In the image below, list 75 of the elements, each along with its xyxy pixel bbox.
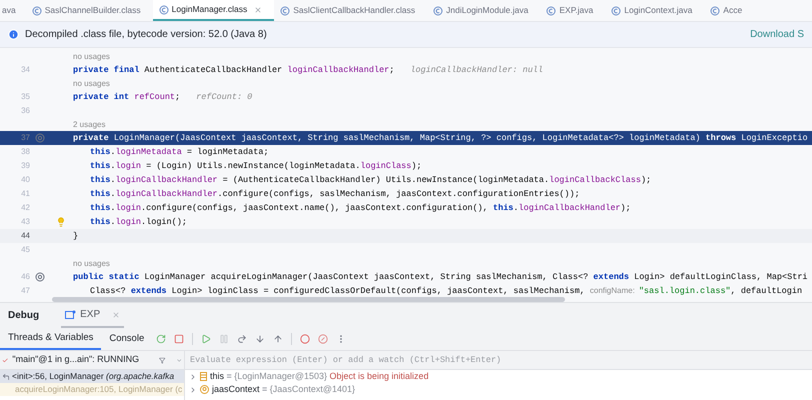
run-config-icon xyxy=(65,310,76,319)
line-number: 39 xyxy=(21,161,30,170)
step-out-icon[interactable] xyxy=(273,334,284,344)
code-text: this.login.configure(configs, jaasContext.name(), jaasContext.configuration(), this.loginCallbackHandler); xyxy=(90,202,631,214)
editor-tab[interactable]: SaslClientCallbackHandler.class xyxy=(274,0,428,21)
line-number: 46 xyxy=(21,272,30,281)
code-text: this.loginMetadata = loginMetadata; xyxy=(90,146,269,158)
horizontal-scrollbar[interactable] xyxy=(52,297,565,302)
mute-breakpoints-icon[interactable] xyxy=(318,334,328,344)
code-text: private final AuthenticateCallbackHandler loginCallbackHandler; loginCallbackHandler: null xyxy=(73,64,544,76)
breakpoints-icon[interactable] xyxy=(300,334,310,344)
download-link[interactable]: Download S xyxy=(750,27,804,42)
info-icon xyxy=(8,29,19,40)
code-text: private int refCount; refCount: 0 xyxy=(73,90,252,104)
usages-hint[interactable]: no usages xyxy=(73,50,110,62)
close-icon[interactable] xyxy=(254,6,262,14)
code-text: this.login.login(); xyxy=(90,216,187,228)
evaluate-expression-field[interactable]: Evaluate expression (Enter) or add a watch (Ctrl+Shift+Enter) xyxy=(185,351,812,370)
step-over-icon[interactable] xyxy=(237,334,248,344)
line-number: 40 xyxy=(21,175,30,184)
usages-hint[interactable]: 2 usages xyxy=(73,118,106,130)
line-number: 44 xyxy=(21,231,30,240)
lightbulb-icon[interactable] xyxy=(56,217,66,227)
debug-subtab[interactable]: Console xyxy=(101,328,152,350)
line-number: 41 xyxy=(21,189,30,198)
usages-hint[interactable]: no usages xyxy=(73,258,110,270)
editor-tab[interactable]: LoginContext.java xyxy=(605,0,704,21)
editor-tab[interactable]: LoginManager.class xyxy=(152,0,274,21)
code-text: private LoginManager(JaasContext jaasContext, String saslMechanism, Map<String, ?> configs, LoginMetadata<?> loginMetadata) throws LoginExceptio xyxy=(73,132,808,144)
code-text: this.loginCallbackHandler = (AuthenticateCallbackHandler) Utils.newInstance(loginMetadata.loginCallbackClass); xyxy=(90,174,652,186)
close-icon[interactable] xyxy=(112,310,120,318)
editor-tab[interactable]: JndiLoginModule.java xyxy=(427,0,540,21)
code-text: } xyxy=(73,230,78,242)
code-text: Class<? extends Login> loginClass = configuredClassOrDefault(configs, jaasContext, saslMechanism, configName: "sasl.login.class", defaultLogin xyxy=(90,284,802,298)
code-text: this.login = (Login) Utils.newInstance(loginMetadata.loginClass); xyxy=(90,160,422,172)
resume-icon[interactable] xyxy=(201,334,212,344)
code-text: public static LoginManager acquireLoginManager(JaasContext jaasContext, String saslMechanism, Class<? extends Login> defaultLoginClass, Map<Stri xyxy=(73,270,808,284)
line-number: 37 xyxy=(21,133,30,142)
variable-entry[interactable]: this = {LoginManager@1503} Object is being initialized xyxy=(210,370,429,384)
return-icon xyxy=(2,372,10,380)
file-icon xyxy=(433,6,444,16)
line-number: 35 xyxy=(21,92,30,101)
file-icon xyxy=(710,6,720,16)
editor-tab[interactable]: EXP.java xyxy=(540,0,606,21)
step-into-icon[interactable] xyxy=(255,334,266,344)
line-number: 42 xyxy=(21,203,30,212)
editor-tab[interactable]: Acce xyxy=(704,0,754,21)
debug-title: Debug xyxy=(8,309,40,323)
line-number: 45 xyxy=(21,245,30,254)
variable-entry[interactable]: jaasContext = {JaasContext@1401} xyxy=(212,382,355,396)
file-icon xyxy=(32,6,42,16)
line-number: 38 xyxy=(21,147,30,156)
line-number: 36 xyxy=(21,106,30,115)
line-number: 34 xyxy=(21,65,30,74)
file-icon xyxy=(158,4,169,14)
file-icon xyxy=(611,6,622,16)
usages-hint[interactable]: no usages xyxy=(73,78,110,90)
file-icon xyxy=(280,6,290,16)
line-number: 47 xyxy=(21,286,30,295)
filter-icon[interactable] xyxy=(159,356,166,364)
line-number: 43 xyxy=(21,217,30,226)
rerun-icon[interactable] xyxy=(156,334,166,344)
stack-frame[interactable]: <init>:56, LoginManager (org.apache.kafka xyxy=(0,370,184,383)
file-icon xyxy=(546,6,556,16)
editor-tab[interactable]: SaslChannelBuilder.class xyxy=(26,0,153,21)
stop-icon[interactable] xyxy=(174,334,184,344)
override-marker-icon[interactable] xyxy=(35,272,45,282)
thread-selector[interactable]: "main"@1 in g...ain": RUNNING xyxy=(0,351,184,370)
editor-tab[interactable]: ava xyxy=(0,0,26,21)
override-marker-icon[interactable] xyxy=(35,133,45,143)
check-icon xyxy=(2,356,8,364)
info-message: Decompiled .class file, bytecode version: 52.0 (Java 8) xyxy=(25,28,267,42)
parameter-icon xyxy=(200,385,209,394)
field-icon xyxy=(200,372,207,381)
code-text: this.loginCallbackHandler.configure(configs, saslMechanism, jaasContext.configurationEntries()); xyxy=(90,188,580,200)
